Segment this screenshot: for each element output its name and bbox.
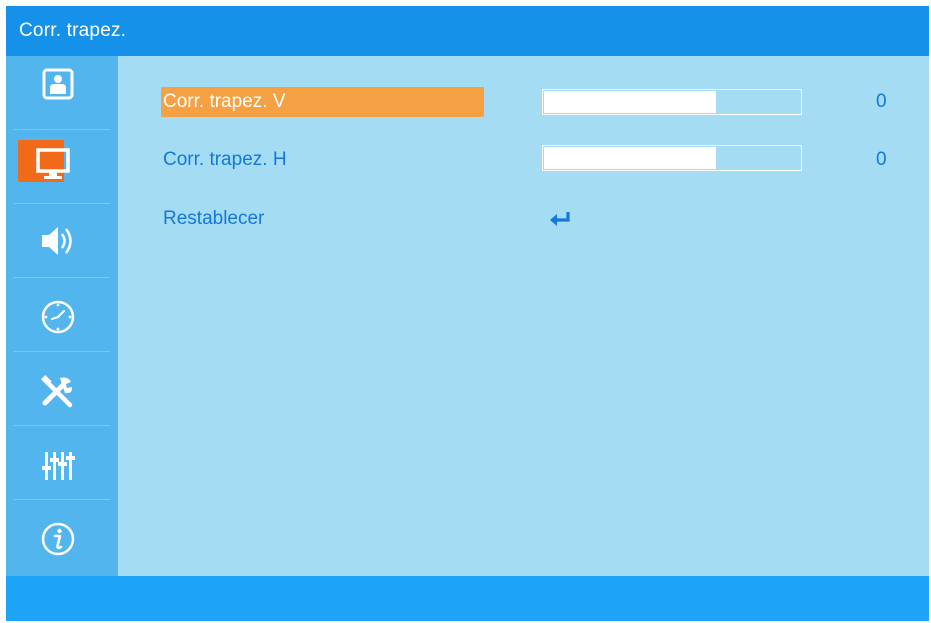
menu-item-keystone-h[interactable]: Corr. trapez. H (161, 145, 484, 175)
info-icon (41, 522, 75, 556)
image-icon (42, 68, 74, 100)
tools-icon (41, 375, 73, 408)
sidebar-item-info[interactable] (6, 500, 118, 574)
display-icon (36, 148, 70, 179)
menu-item-keystone-v[interactable]: Corr. trapez. V (161, 87, 484, 117)
enter-icon[interactable] (548, 210, 574, 228)
sidebar-item-audio[interactable] (6, 204, 118, 278)
title-bar: Corr. trapez. (6, 6, 929, 56)
sidebar-item-timer[interactable] (6, 278, 118, 352)
keystone-v-value: 0 (876, 91, 887, 112)
sidebar-item-image[interactable] (6, 56, 118, 130)
sidebar-item-options[interactable] (6, 426, 118, 500)
keystone-h-value: 0 (876, 149, 887, 170)
keystone-v-slider[interactable] (542, 89, 802, 115)
sidebar-item-settings[interactable] (6, 352, 118, 426)
slider-fill (544, 91, 716, 113)
sidebar-item-display[interactable] (6, 130, 118, 204)
settings-panel: Corr. trapez. V 0 Corr. trapez. H 0 Rest… (118, 56, 929, 576)
keystone-h-slider[interactable] (542, 145, 802, 171)
clock-icon (41, 300, 75, 334)
osd-menu-window: Corr. trapez. Corr. trapez. V 0 Corr. tr… (6, 6, 929, 621)
category-sidebar (6, 56, 118, 576)
speaker-icon (42, 227, 72, 255)
slider-fill (544, 147, 716, 169)
menu-item-reset[interactable]: Restablecer (161, 204, 484, 234)
equalizer-icon (42, 452, 75, 480)
status-bar (6, 576, 929, 621)
menu-title: Corr. trapez. (19, 20, 127, 41)
